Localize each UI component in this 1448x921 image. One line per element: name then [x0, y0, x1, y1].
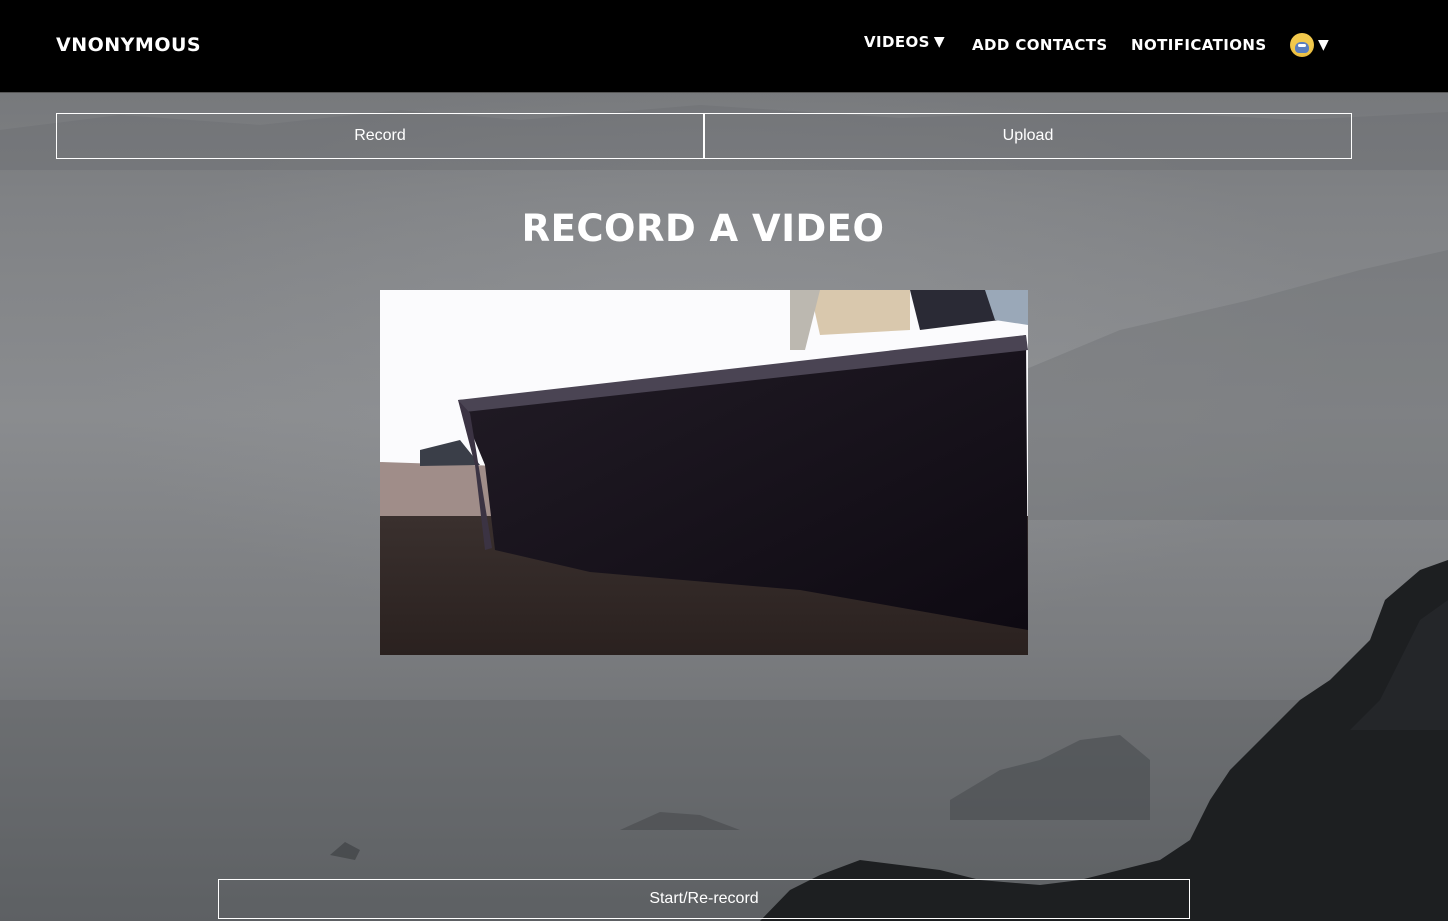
tab-upload[interactable]: Upload — [705, 113, 1352, 159]
record-upload-tabs: Record Upload — [56, 113, 1352, 159]
avatar-icon — [1290, 33, 1314, 57]
brand-logo[interactable]: VNONYMOUS — [56, 34, 201, 56]
profile-dropdown[interactable]: ▼ — [1290, 33, 1329, 57]
video-preview[interactable] — [380, 290, 1028, 655]
nav-videos-label: VIDEOS — [864, 33, 930, 51]
page-title: RECORD A VIDEO — [521, 207, 885, 250]
nav-notifications[interactable]: NOTIFICATIONS — [1131, 36, 1267, 54]
nav-add-contacts[interactable]: ADD CONTACTS — [972, 36, 1108, 54]
tab-record[interactable]: Record — [56, 113, 705, 159]
camera-feed-image — [380, 290, 1028, 655]
caret-down-icon: ▼ — [1318, 37, 1330, 53]
caret-down-icon: ▼ — [933, 34, 946, 50]
nav-videos-dropdown[interactable]: VIDEOS ▼ — [864, 33, 945, 51]
start-rerecord-button[interactable]: Start/Re-record — [218, 879, 1190, 919]
navbar: VNONYMOUS VIDEOS ▼ ADD CONTACTS NOTIFICA… — [0, 0, 1448, 93]
